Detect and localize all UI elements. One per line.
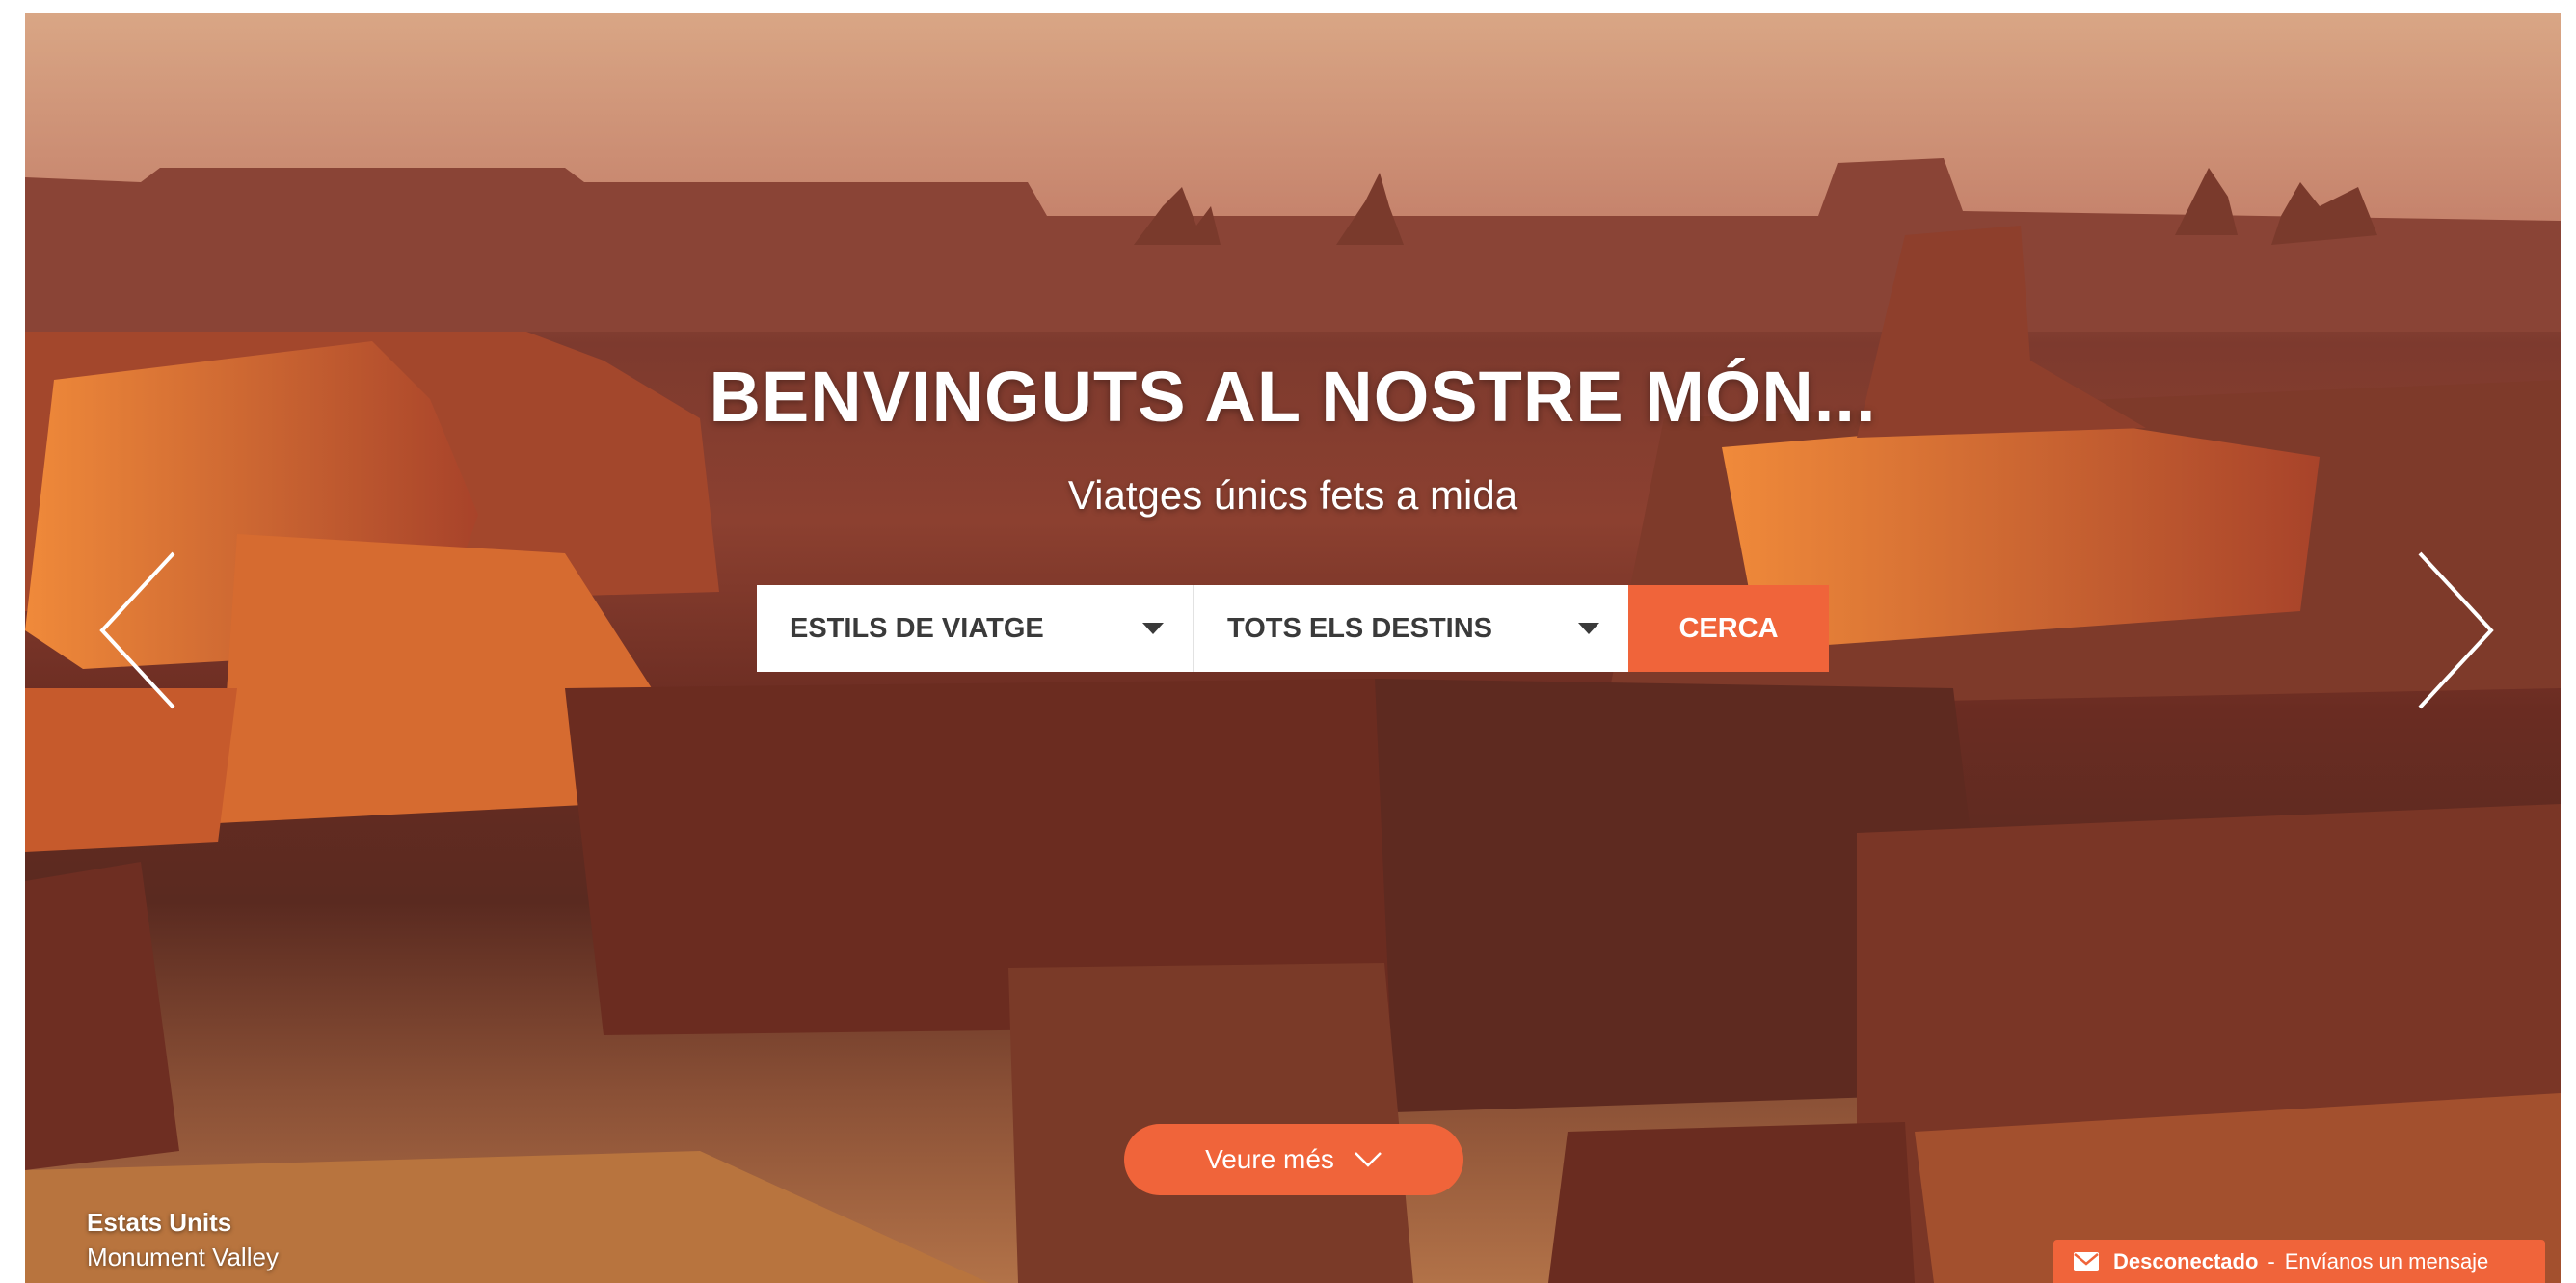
caret-down-icon bbox=[1578, 623, 1599, 634]
chat-message: Envíanos un mensaje bbox=[2284, 1248, 2489, 1273]
carousel-next-button[interactable] bbox=[2410, 548, 2497, 712]
travel-styles-select[interactable]: ESTILS DE VIATGE bbox=[757, 585, 1193, 672]
search-button[interactable]: CERCA bbox=[1628, 585, 1829, 672]
hero-banner: BENVINGUTS AL NOSTRE MÓN... Viatges únic… bbox=[25, 13, 2561, 1283]
carousel-prev-button[interactable] bbox=[96, 548, 183, 712]
caption-place: Monument Valley bbox=[87, 1243, 279, 1271]
chat-separator: - bbox=[2267, 1248, 2275, 1273]
chat-status: Desconectado bbox=[2113, 1248, 2259, 1273]
chevron-right-icon bbox=[2418, 551, 2494, 709]
hero-subtitle: Viatges únics fets a mida bbox=[1067, 472, 1518, 518]
chevron-left-icon bbox=[99, 551, 175, 709]
chevron-down-icon bbox=[1355, 1152, 1382, 1167]
search-bar: ESTILS DE VIATGE TOTS ELS DESTINS CERCA bbox=[757, 585, 1829, 672]
caption-country: Estats Units bbox=[87, 1208, 232, 1237]
travel-styles-label: ESTILS DE VIATGE bbox=[790, 612, 1044, 644]
see-more-button[interactable]: Veure més bbox=[1124, 1124, 1463, 1195]
caret-down-icon bbox=[1142, 623, 1164, 634]
hero-title: BENVINGUTS AL NOSTRE MÓN... bbox=[709, 357, 1877, 437]
envelope-icon bbox=[2074, 1251, 2099, 1271]
chat-widget[interactable]: Desconectado - Envíanos un mensaje bbox=[2053, 1240, 2545, 1283]
destinations-select[interactable]: TOTS ELS DESTINS bbox=[1193, 585, 1628, 672]
see-more-label: Veure més bbox=[1205, 1144, 1334, 1174]
destinations-label: TOTS ELS DESTINS bbox=[1227, 612, 1493, 644]
image-caption: Estats Units Monument Valley bbox=[87, 1205, 279, 1274]
